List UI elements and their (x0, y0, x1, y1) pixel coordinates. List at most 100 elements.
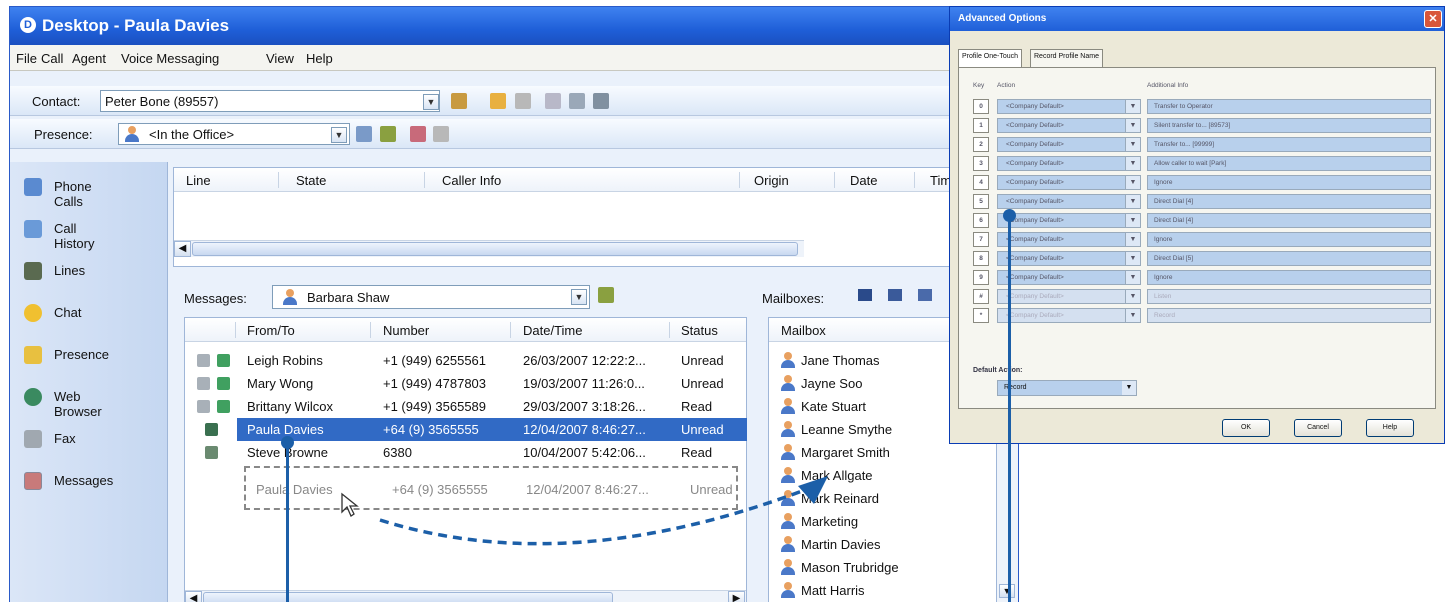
edit-messages-icon[interactable] (598, 287, 614, 303)
presence-combo[interactable]: <In the Office> ▼ (118, 123, 350, 145)
message-row[interactable]: Steve Browne 6380 10/04/2007 5:42:06... … (185, 441, 746, 464)
column-date-time[interactable]: Date/Time (523, 323, 582, 338)
contact-combo[interactable]: Peter Bone (89557) ▼ (100, 90, 440, 112)
chevron-down-icon[interactable]: ▼ (1125, 137, 1141, 152)
chevron-down-icon[interactable]: ▼ (1125, 251, 1141, 266)
mailbox-item[interactable]: Matt Harris (769, 579, 1007, 602)
action-select[interactable]: <Company Default> (997, 118, 1139, 133)
conference-icon[interactable] (593, 93, 609, 109)
action-select[interactable]: <Company Default> (997, 270, 1139, 285)
key-row[interactable]: 3 <Company Default> ▼ Allow caller to wait … (973, 155, 1433, 172)
info-field[interactable]: Direct Dial [4] (1147, 213, 1431, 228)
menu-voice-messaging[interactable]: Voice Messaging (121, 51, 219, 66)
menu-file[interactable]: File (16, 51, 37, 66)
info-field[interactable]: Direct Dial [4] (1147, 194, 1431, 209)
tab-profile-one-touch[interactable]: Profile One-Touch (958, 49, 1023, 67)
chevron-down-icon[interactable]: ▼ (1125, 99, 1141, 114)
presence-schedule-icon[interactable] (356, 126, 372, 142)
menu-view[interactable]: View (266, 51, 294, 66)
help-button[interactable]: Help (1366, 419, 1414, 437)
chevron-down-icon[interactable]: ▼ (1125, 232, 1141, 247)
chevron-down-icon[interactable]: ▼ (331, 127, 347, 143)
key-row[interactable]: 2 <Company Default> ▼ Transfer to... [99999… (973, 136, 1433, 153)
scroll-left-icon[interactable]: ◀ (185, 591, 202, 602)
key-row[interactable]: 0 <Company Default> ▼ Transfer to Operator (973, 98, 1433, 115)
cancel-button[interactable]: Cancel (1294, 419, 1342, 437)
action-select[interactable]: <Company Default> (997, 175, 1139, 190)
hangup-icon[interactable] (515, 93, 531, 109)
action-select[interactable]: <Company Default> (997, 251, 1139, 266)
info-field[interactable]: Transfer to... [99999] (1147, 137, 1431, 152)
action-select[interactable]: <Company Default> (997, 99, 1139, 114)
menu-help[interactable]: Help (306, 51, 333, 66)
address-book-icon[interactable] (451, 93, 467, 109)
message-row[interactable]: Brittany Wilcox +1 (949) 3565589 29/03/2… (185, 395, 746, 418)
info-field[interactable]: Ignore (1147, 270, 1431, 285)
scroll-thumb[interactable] (192, 242, 798, 256)
message-row-selected[interactable]: Paula Davies +64 (9) 3565555 12/04/2007 … (237, 418, 747, 441)
info-field[interactable]: Direct Dial [5] (1147, 251, 1431, 266)
presence-flag-icon[interactable] (410, 126, 426, 142)
chevron-down-icon[interactable]: ▼ (1125, 270, 1141, 285)
mailbox-item[interactable]: Margaret Smith (769, 441, 1007, 464)
calls-hscrollbar[interactable]: ◀ (174, 240, 804, 257)
chevron-down-icon[interactable]: ▼ (423, 94, 439, 110)
info-field[interactable]: Ignore (1147, 175, 1431, 190)
action-select[interactable]: <Company Default> (997, 232, 1139, 247)
column-date[interactable]: Date (850, 173, 877, 188)
chevron-down-icon[interactable]: ▼ (571, 289, 587, 305)
menu-agent[interactable]: Agent (72, 51, 106, 66)
presence-clear-icon[interactable] (433, 126, 449, 142)
chevron-down-icon[interactable]: ▼ (1125, 156, 1141, 171)
column-time[interactable]: Tim (930, 173, 951, 188)
action-select[interactable]: <Company Default> (997, 156, 1139, 171)
column-number[interactable]: Number (383, 323, 429, 338)
tab-record-profile-name[interactable]: Record Profile Name (1030, 49, 1103, 67)
mailboxes-vscrollbar[interactable]: ▼ (996, 444, 1018, 602)
view-list-icon[interactable] (918, 289, 932, 301)
key-row[interactable]: 8 <Company Default> ▼ Direct Dial [5] (973, 250, 1433, 267)
column-state[interactable]: State (296, 173, 326, 188)
action-select[interactable]: <Company Default> (997, 194, 1139, 209)
view-small-icons-icon[interactable] (888, 289, 902, 301)
info-field[interactable]: Transfer to Operator (1147, 99, 1431, 114)
chevron-down-icon[interactable]: ▼ (1125, 194, 1141, 209)
chevron-down-icon[interactable]: ▼ (1122, 381, 1136, 395)
key-row[interactable]: 4 <Company Default> ▼ Ignore (973, 174, 1433, 191)
hold-icon[interactable] (569, 93, 585, 109)
column-status[interactable]: Status (681, 323, 718, 338)
scroll-right-icon[interactable]: ▶ (728, 591, 745, 602)
message-row[interactable]: Mary Wong +1 (949) 4787803 19/03/2007 11… (185, 372, 746, 395)
chevron-down-icon[interactable]: ▼ (1125, 175, 1141, 190)
key-row[interactable]: 1 <Company Default> ▼ Silent transfer to...… (973, 117, 1433, 134)
edit-note-icon[interactable] (380, 126, 396, 142)
key-row[interactable]: 7 <Company Default> ▼ Ignore (973, 231, 1433, 248)
key-row[interactable]: 5 <Company Default> ▼ Direct Dial [4] (973, 193, 1433, 210)
messages-user-combo[interactable]: Barbara Shaw ▼ (272, 285, 590, 309)
ok-button[interactable]: OK (1222, 419, 1270, 437)
dial-icon[interactable] (490, 93, 506, 109)
info-field[interactable]: Allow caller to wait [Park] (1147, 156, 1431, 171)
key-row[interactable]: 6 <Company Default> ▼ Direct Dial [4] (973, 212, 1433, 229)
scroll-thumb[interactable] (203, 592, 613, 602)
messages-hscrollbar[interactable]: ◀ ▶ (185, 590, 746, 602)
action-select[interactable]: <Company Default> (997, 137, 1139, 152)
dialog-titlebar[interactable]: Advanced Options ✕ (950, 7, 1444, 31)
column-line[interactable]: Line (186, 173, 211, 188)
info-field[interactable]: Ignore (1147, 232, 1431, 247)
window-titlebar[interactable]: D Desktop - Paula Davies (10, 7, 1018, 45)
scroll-down-icon[interactable]: ▼ (999, 584, 1015, 598)
view-large-icons-icon[interactable] (858, 289, 872, 301)
chevron-down-icon[interactable]: ▼ (1125, 118, 1141, 133)
transfer-icon[interactable] (545, 93, 561, 109)
column-mailbox[interactable]: Mailbox (781, 323, 826, 338)
default-action-select[interactable]: Record ▼ (997, 380, 1137, 396)
key-row[interactable]: 9 <Company Default> ▼ Ignore (973, 269, 1433, 286)
column-caller-info[interactable]: Caller Info (442, 173, 501, 188)
column-origin[interactable]: Origin (754, 173, 789, 188)
close-icon[interactable]: ✕ (1424, 10, 1442, 28)
info-field[interactable]: Silent transfer to... [89573] (1147, 118, 1431, 133)
column-from-to[interactable]: From/To (247, 323, 295, 338)
menu-call[interactable]: Call (41, 51, 63, 66)
scroll-left-icon[interactable]: ◀ (174, 241, 191, 257)
